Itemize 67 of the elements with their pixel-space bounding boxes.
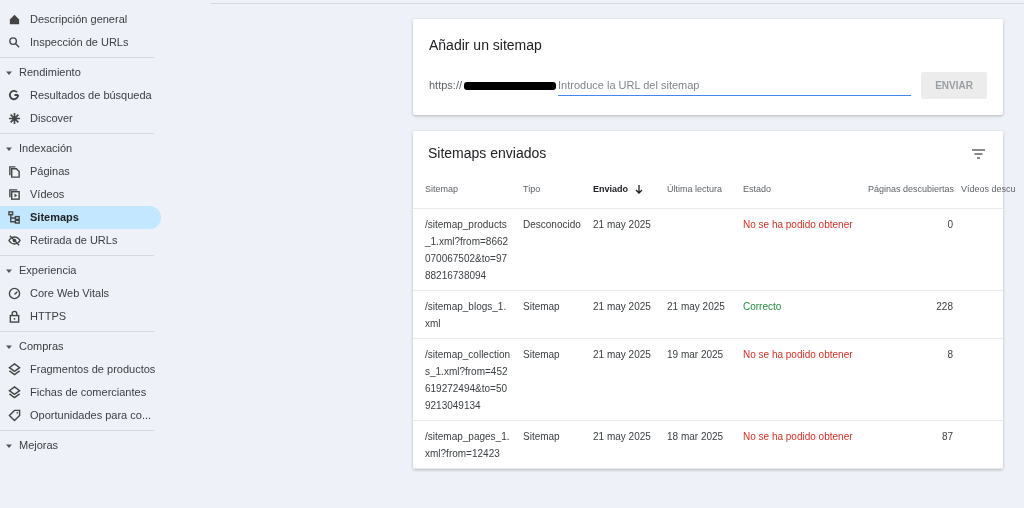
section-header[interactable]: Compras	[0, 335, 210, 358]
card-title: Añadir un sitemap	[429, 36, 543, 55]
sitemap-url-field[interactable]: Introduce la URL del sitemap	[558, 74, 912, 97]
sitemap-type: Desconocido	[523, 218, 581, 230]
pages-icon	[8, 165, 21, 178]
sort-down-arrow-icon[interactable]	[635, 185, 643, 195]
card-title: Sitemaps enviados	[428, 144, 547, 163]
eye-slash-icon	[8, 234, 21, 247]
sitemap-path[interactable]: /sitemap_pages_1.xml?from=12423	[425, 427, 511, 462]
submitted-date: 21 may 2025	[593, 218, 651, 230]
column-header[interactable]: Última lectura	[667, 184, 722, 194]
gauge-icon	[8, 287, 21, 300]
pages-count: 228	[936, 300, 953, 312]
nav-item[interactable]: Core Web Vitals	[0, 282, 161, 305]
sitemap-type: Sitemap	[523, 430, 560, 442]
nav-item[interactable]: Fragmentos de productos	[0, 358, 161, 381]
nav-item[interactable]: HTTPS	[0, 305, 161, 328]
sitemap-path[interactable]: /sitemap_blogs_1.xml	[425, 297, 511, 332]
pages-count: 87	[941, 430, 953, 442]
nav-item[interactable]: Vídeos	[0, 183, 161, 206]
nav-item[interactable]: Sitemaps	[0, 206, 161, 229]
nav-item[interactable]: Páginas	[0, 160, 161, 183]
url-prefix: https://	[429, 78, 463, 94]
last-read-date: 19 mar 2025	[667, 348, 724, 360]
google-g-icon	[8, 89, 21, 102]
layers-icon	[8, 386, 21, 399]
submitted-date: 21 may 2025	[593, 348, 651, 360]
sitemap-type: Sitemap	[523, 300, 560, 312]
nav-item[interactable]: Resultados de búsqueda	[0, 84, 161, 107]
section-header[interactable]: Experiencia	[0, 259, 210, 282]
sitemap-type: Sitemap	[523, 348, 560, 360]
nav-item[interactable]: Retirada de URLs	[0, 229, 161, 252]
column-header[interactable]: Vídeos descu	[961, 184, 1016, 194]
status-text: Correcto	[743, 300, 782, 312]
last-read-date: 18 mar 2025	[667, 430, 724, 442]
column-header[interactable]: Estado	[743, 184, 772, 194]
submitted-date: 21 may 2025	[593, 430, 651, 442]
layers-icon	[8, 363, 21, 376]
column-header[interactable]: Enviado	[593, 184, 628, 194]
asterisk-icon	[8, 112, 21, 125]
nav-item[interactable]: Descripción general	[0, 8, 161, 31]
home-icon	[8, 13, 21, 26]
pages-count: 0	[947, 218, 953, 230]
column-header[interactable]: Tipo	[523, 184, 541, 194]
sitemap-path[interactable]: /sitemap_products_1.xml?from=8662070067502&to=9788216738094	[425, 215, 511, 284]
submitted-date: 21 may 2025	[593, 300, 651, 312]
status-text: No se ha podido obtener	[743, 348, 853, 360]
status-text: No se ha podido obtener	[743, 218, 853, 230]
section-header[interactable]: Rendimiento	[0, 61, 210, 84]
nav-item[interactable]: Oportunidades para co...	[0, 404, 161, 427]
column-header[interactable]: Páginas descubiertas	[868, 184, 955, 194]
section-header[interactable]: Mejoras	[0, 434, 210, 457]
status-text: No se ha podido obtener	[743, 430, 853, 442]
sitemap-path[interactable]: /sitemap_collections_1.xml?from=452619272494&to=509213049134	[425, 345, 511, 414]
last-read-date: 21 may 2025	[667, 300, 725, 312]
video-icon	[8, 188, 21, 201]
tag-icon	[8, 409, 21, 422]
filter-icon[interactable]	[972, 148, 985, 159]
nav-item[interactable]: Fichas de comerciantes	[0, 381, 161, 404]
search-icon	[8, 36, 21, 49]
section-header[interactable]: Indexación	[0, 137, 210, 160]
nav-item[interactable]: Discover	[0, 107, 161, 130]
sitemap-icon	[8, 211, 21, 224]
nav-item[interactable]: Inspección de URLs	[0, 31, 161, 54]
column-header[interactable]: Sitemap	[425, 184, 459, 194]
lock-icon	[8, 310, 21, 323]
pages-count: 8	[947, 348, 953, 360]
